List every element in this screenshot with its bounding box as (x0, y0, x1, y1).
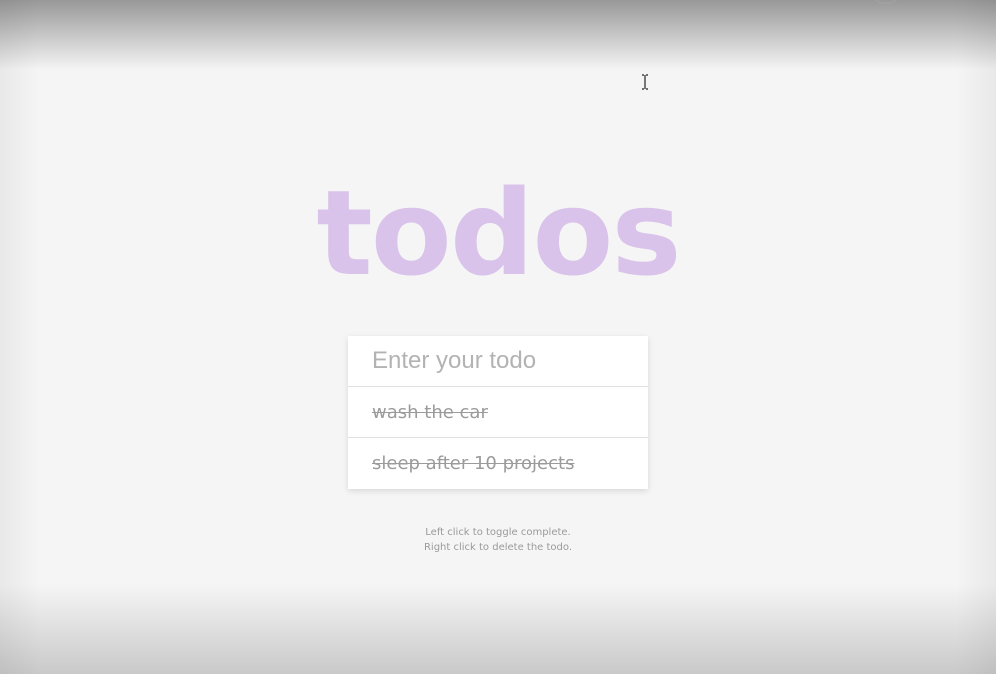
usage-hint: Left click to toggle complete. Right cli… (0, 525, 996, 555)
text-cursor-icon (642, 74, 648, 90)
hint-toggle-text: Left click to toggle complete. (425, 527, 571, 538)
vignette-right (956, 0, 996, 674)
app-title: todos (316, 164, 681, 303)
todo-input[interactable] (348, 336, 648, 387)
circle-icon (870, 0, 902, 4)
vignette-bottom (0, 584, 996, 674)
hint-delete-text: Right click to delete the todo. (423, 542, 573, 553)
vignette-left (0, 0, 40, 674)
todo-item[interactable]: sleep after 10 projects (348, 438, 648, 489)
todo-card: wash the car sleep after 10 projects (348, 336, 648, 489)
todo-list: wash the car sleep after 10 projects (348, 387, 648, 489)
todo-item[interactable]: wash the car (348, 387, 648, 438)
vignette-top (0, 0, 996, 70)
